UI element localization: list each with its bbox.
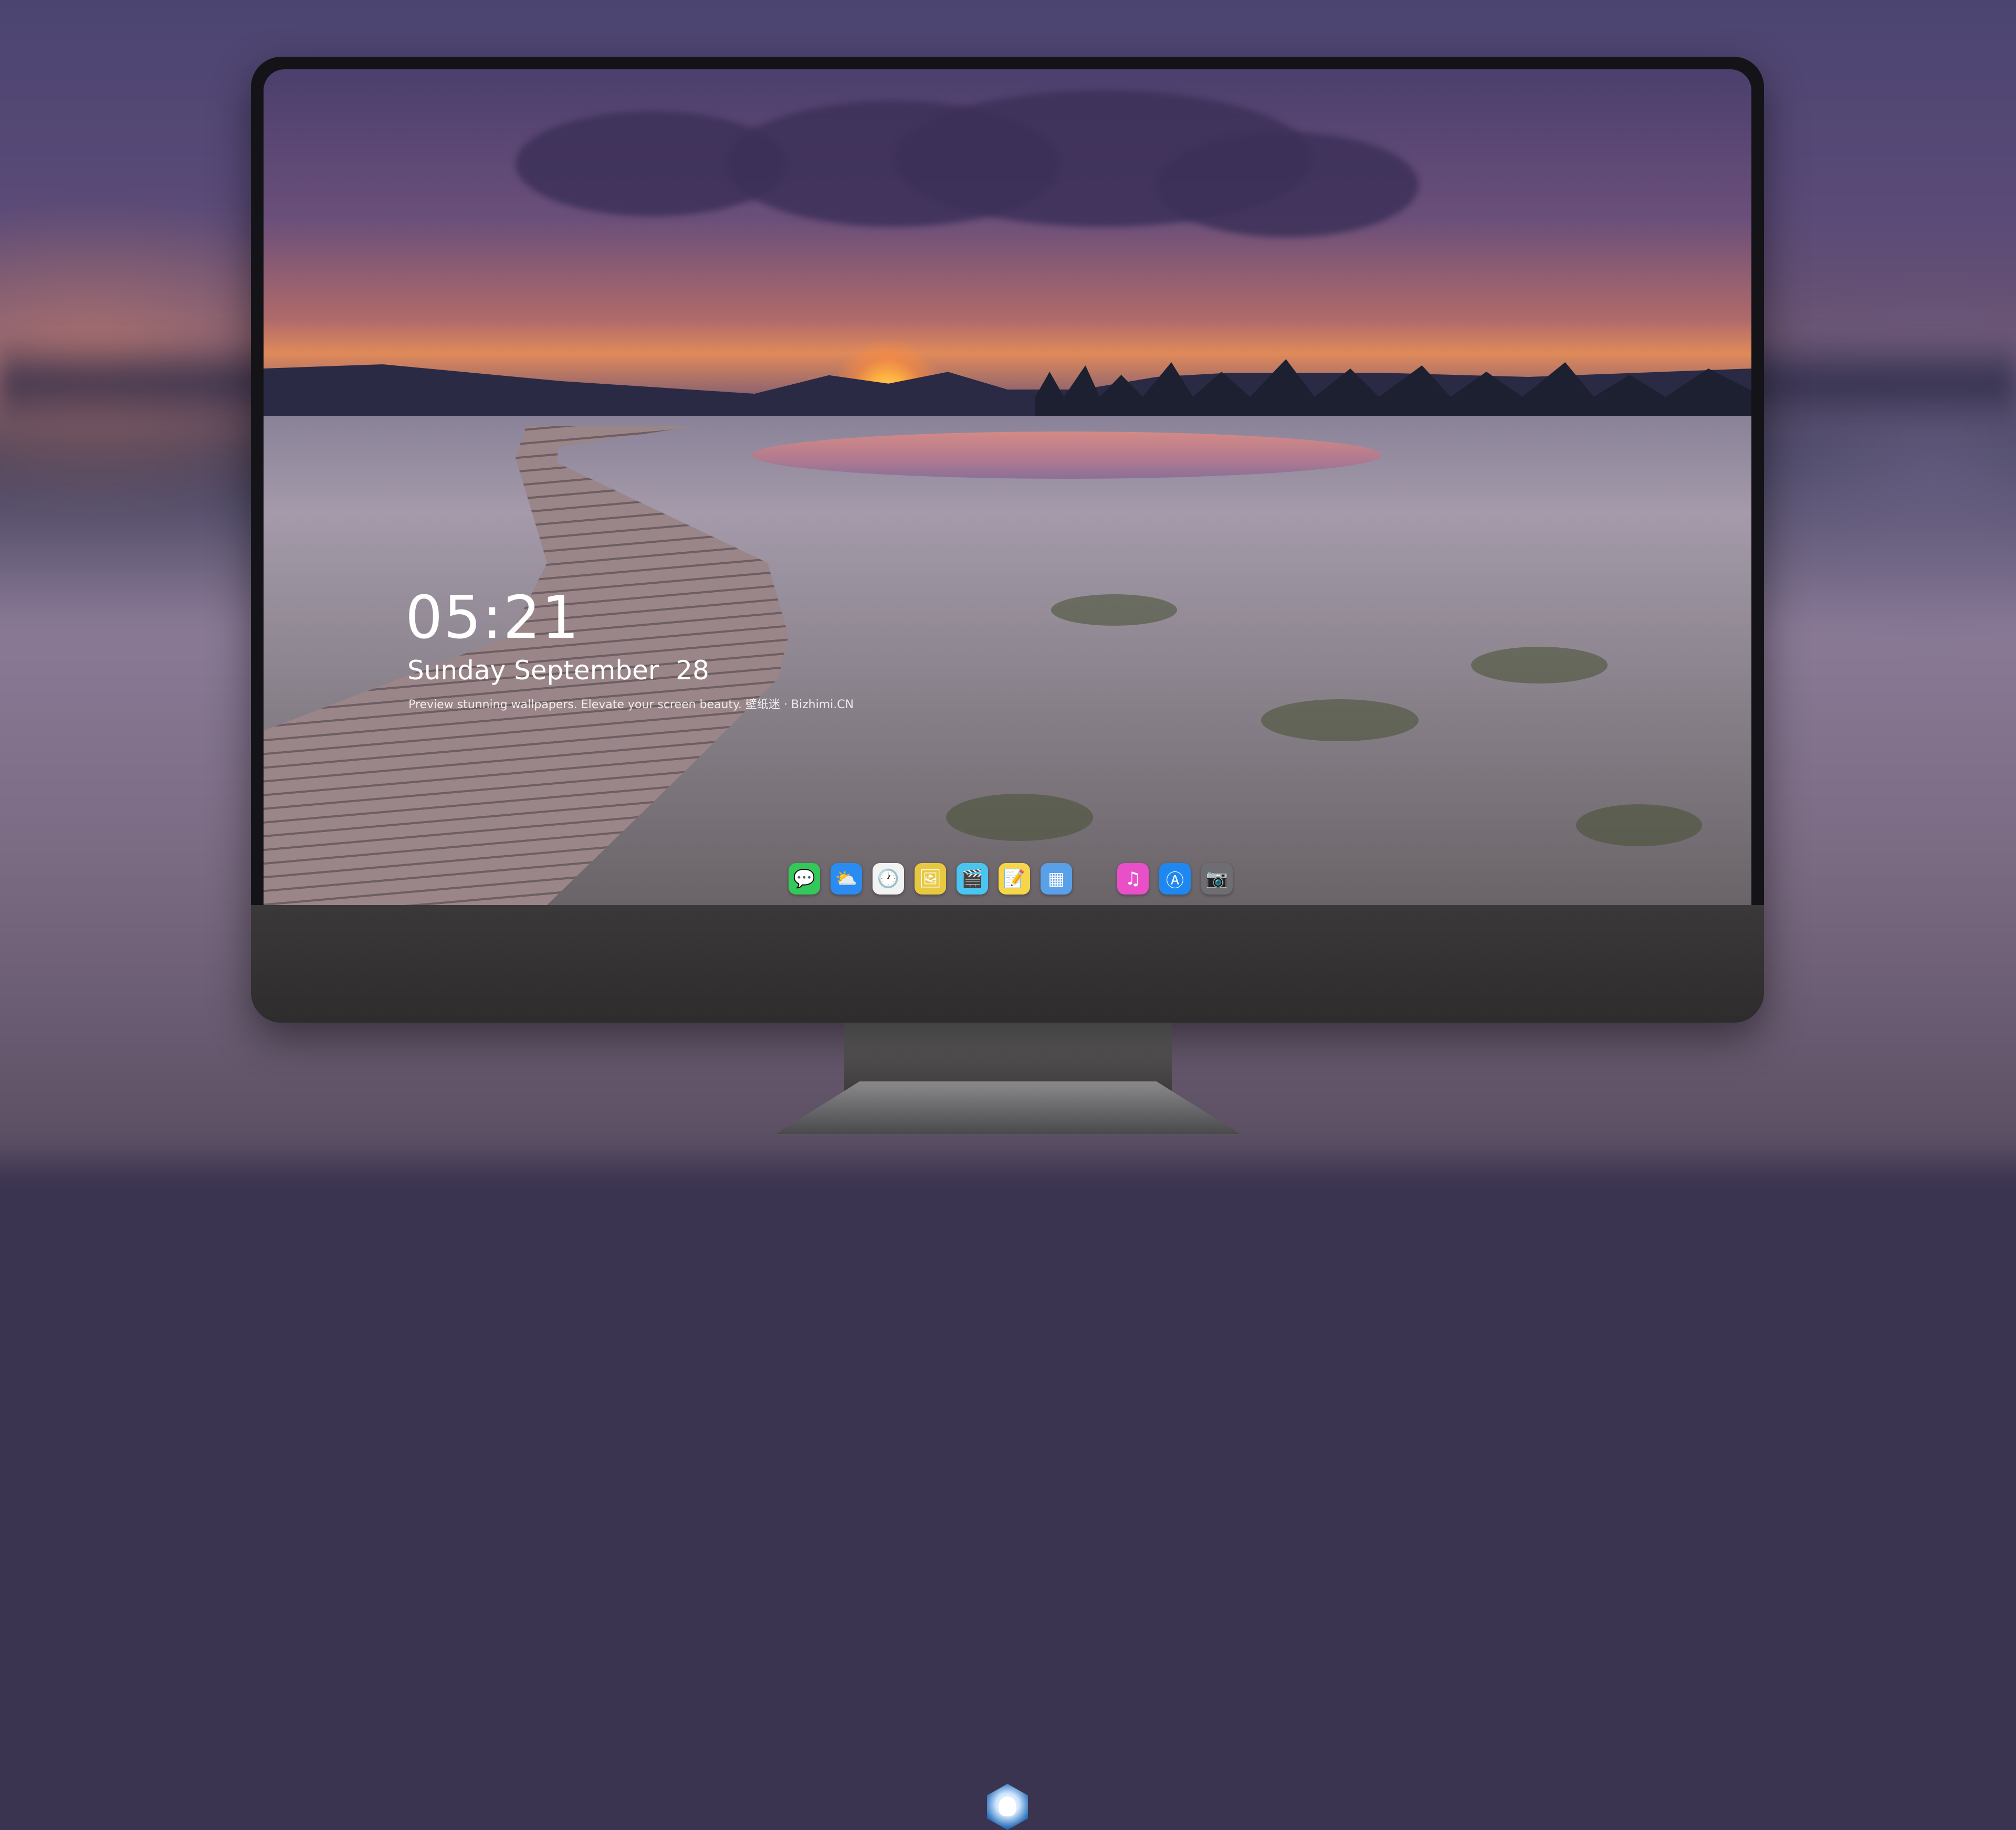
dock-app-store-icon[interactable]: Ⓐ (1159, 863, 1191, 895)
dock-preview-icon[interactable]: 🖼 (915, 863, 946, 895)
lockscreen-date: Sunday September 28 (407, 655, 709, 686)
dock-music-icon[interactable]: ♫ (1117, 863, 1149, 895)
lockscreen-tagline: Preview stunning wallpapers. Elevate you… (408, 698, 854, 711)
wallpaper (264, 69, 1751, 905)
grass-patch (1576, 804, 1702, 846)
grass-patch (946, 794, 1093, 841)
dock: 💬 ⛅ 🕐 🖼 🎬 📝 ▦ ♫ Ⓐ 📷 (789, 858, 1233, 900)
cloud (1156, 132, 1419, 237)
logo-mascot (999, 1796, 1016, 1816)
dock-messages-icon[interactable]: 💬 (789, 863, 820, 895)
grass-patch (1261, 699, 1419, 741)
grass-patch (1471, 647, 1608, 683)
dock-notes-icon[interactable]: 📝 (999, 863, 1030, 895)
dock-photos-grid-icon[interactable]: ▦ (1041, 863, 1072, 895)
monitor: 05:21 Sunday September 28 Preview stunni… (251, 57, 1764, 1830)
brand-logo (987, 1784, 1028, 1830)
screen: 05:21 Sunday September 28 Preview stunni… (264, 69, 1751, 905)
dock-weather-icon[interactable]: ⛅ (831, 863, 862, 895)
monitor-chin (251, 905, 1764, 1830)
dock-camera-icon[interactable]: 📷 (1201, 863, 1233, 895)
pond (752, 432, 1382, 479)
grass-patch (1051, 594, 1177, 626)
dock-clock-icon[interactable]: 🕐 (873, 863, 904, 895)
lockscreen-time: 05:21 (405, 584, 580, 652)
dock-clips-icon[interactable]: 🎬 (957, 863, 988, 895)
